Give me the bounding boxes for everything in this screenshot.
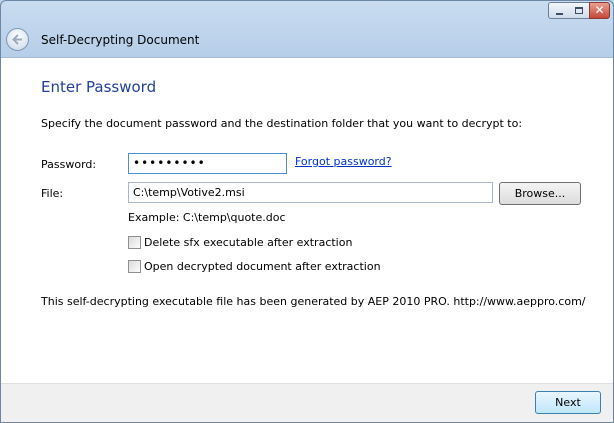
minimize-icon <box>556 13 563 15</box>
next-button[interactable]: Next <box>535 391 601 414</box>
delete-sfx-checkbox[interactable] <box>128 236 141 249</box>
wizard-header: Self-Decrypting Document <box>1 25 613 57</box>
content-panel: Enter Password Specify the document pass… <box>1 57 613 383</box>
window-title: Self-Decrypting Document <box>41 33 200 47</box>
file-path-input[interactable]: C:\temp\Votive2.msi <box>128 182 493 203</box>
close-icon: ✕ <box>594 3 605 17</box>
delete-sfx-label: Delete sfx executable after extraction <box>144 236 353 249</box>
forgot-password-link[interactable]: Forgot password? <box>295 155 392 168</box>
close-button[interactable]: ✕ <box>589 2 610 19</box>
dialog-window: ✕ Self-Decrypting Document Enter Passwor… <box>0 0 614 423</box>
password-label: Password: <box>41 158 97 171</box>
maximize-icon <box>575 7 583 14</box>
button-bar: Next <box>1 383 613 422</box>
back-button[interactable] <box>6 28 29 51</box>
browse-button[interactable]: Browse... <box>499 182 581 205</box>
back-arrow-icon <box>12 34 22 45</box>
example-text: Example: C:\temp\quote.doc <box>128 211 286 224</box>
password-input[interactable]: ••••••••• <box>128 153 287 174</box>
maximize-button[interactable] <box>569 2 590 19</box>
page-heading: Enter Password <box>41 78 157 96</box>
open-document-label: Open decrypted document after extraction <box>144 260 381 273</box>
minimize-button[interactable] <box>548 2 570 19</box>
title-bar: ✕ <box>1 1 613 25</box>
file-label: File: <box>41 187 64 200</box>
instructions-text: Specify the document password and the de… <box>41 117 523 130</box>
open-document-checkbox[interactable] <box>128 260 141 273</box>
generated-by-note: This self-decrypting executable file has… <box>41 295 586 308</box>
